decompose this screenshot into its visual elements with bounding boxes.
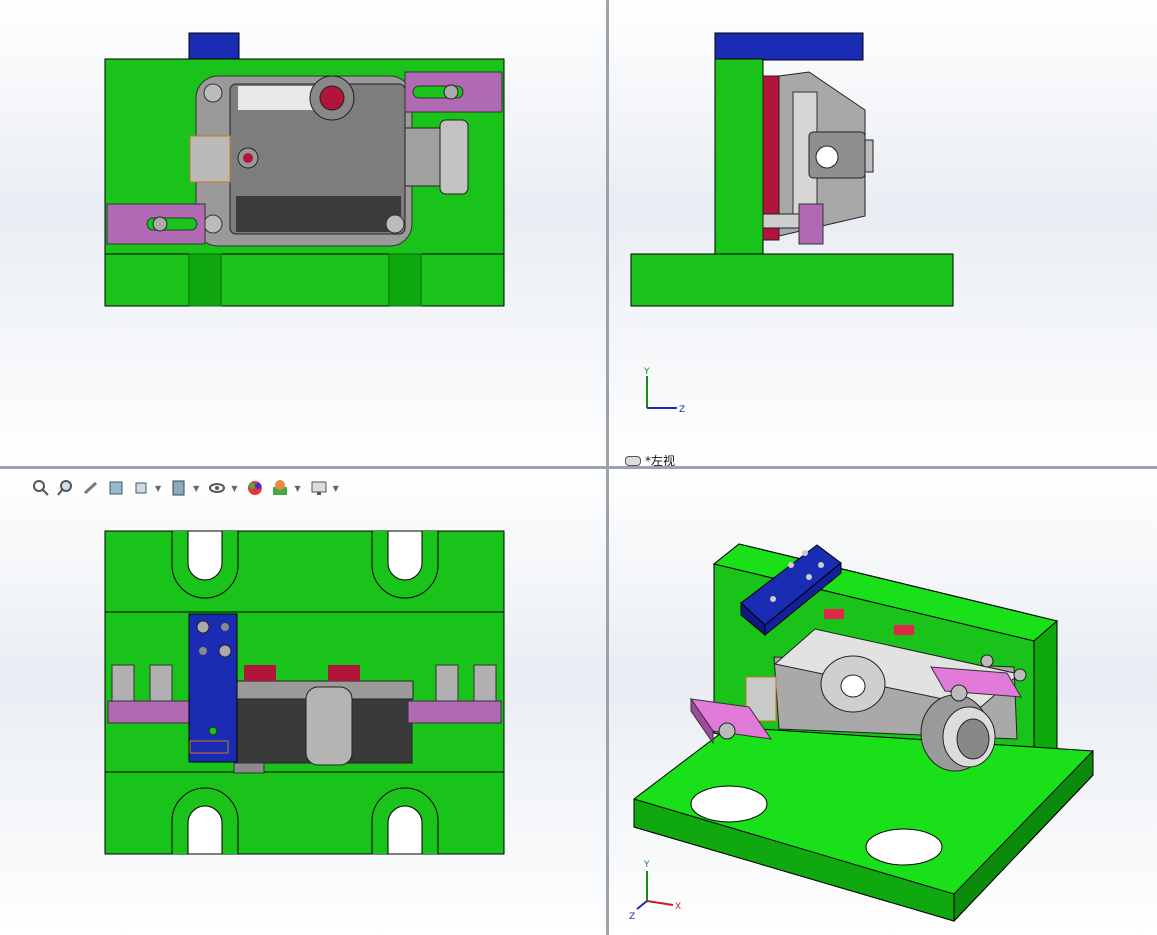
- triad-y-label: Y: [643, 367, 650, 377]
- top-view-model: [104, 530, 505, 855]
- viewport-front[interactable]: [0, 0, 606, 466]
- link-view-icon: [625, 455, 641, 466]
- front-view-model: [104, 32, 505, 307]
- triad-iso-y-label: Y: [643, 860, 650, 870]
- viewport-isometric[interactable]: Y X Z: [609, 469, 1157, 935]
- triad-z-label: Z: [679, 405, 685, 415]
- view-name-label: *左视: [625, 452, 675, 466]
- triad-isometric: Y X Z: [629, 860, 681, 922]
- viewport-top[interactable]: ▼ ▼ ▼ ▼ ▼: [0, 469, 606, 935]
- viewport-left[interactable]: Y Z *左视: [609, 0, 1157, 466]
- view-name-text: *左视: [645, 454, 676, 466]
- triad-iso-x-label: X: [675, 902, 681, 912]
- triad-iso-z-label: Z: [629, 912, 635, 922]
- triad-left: Y Z: [643, 367, 685, 415]
